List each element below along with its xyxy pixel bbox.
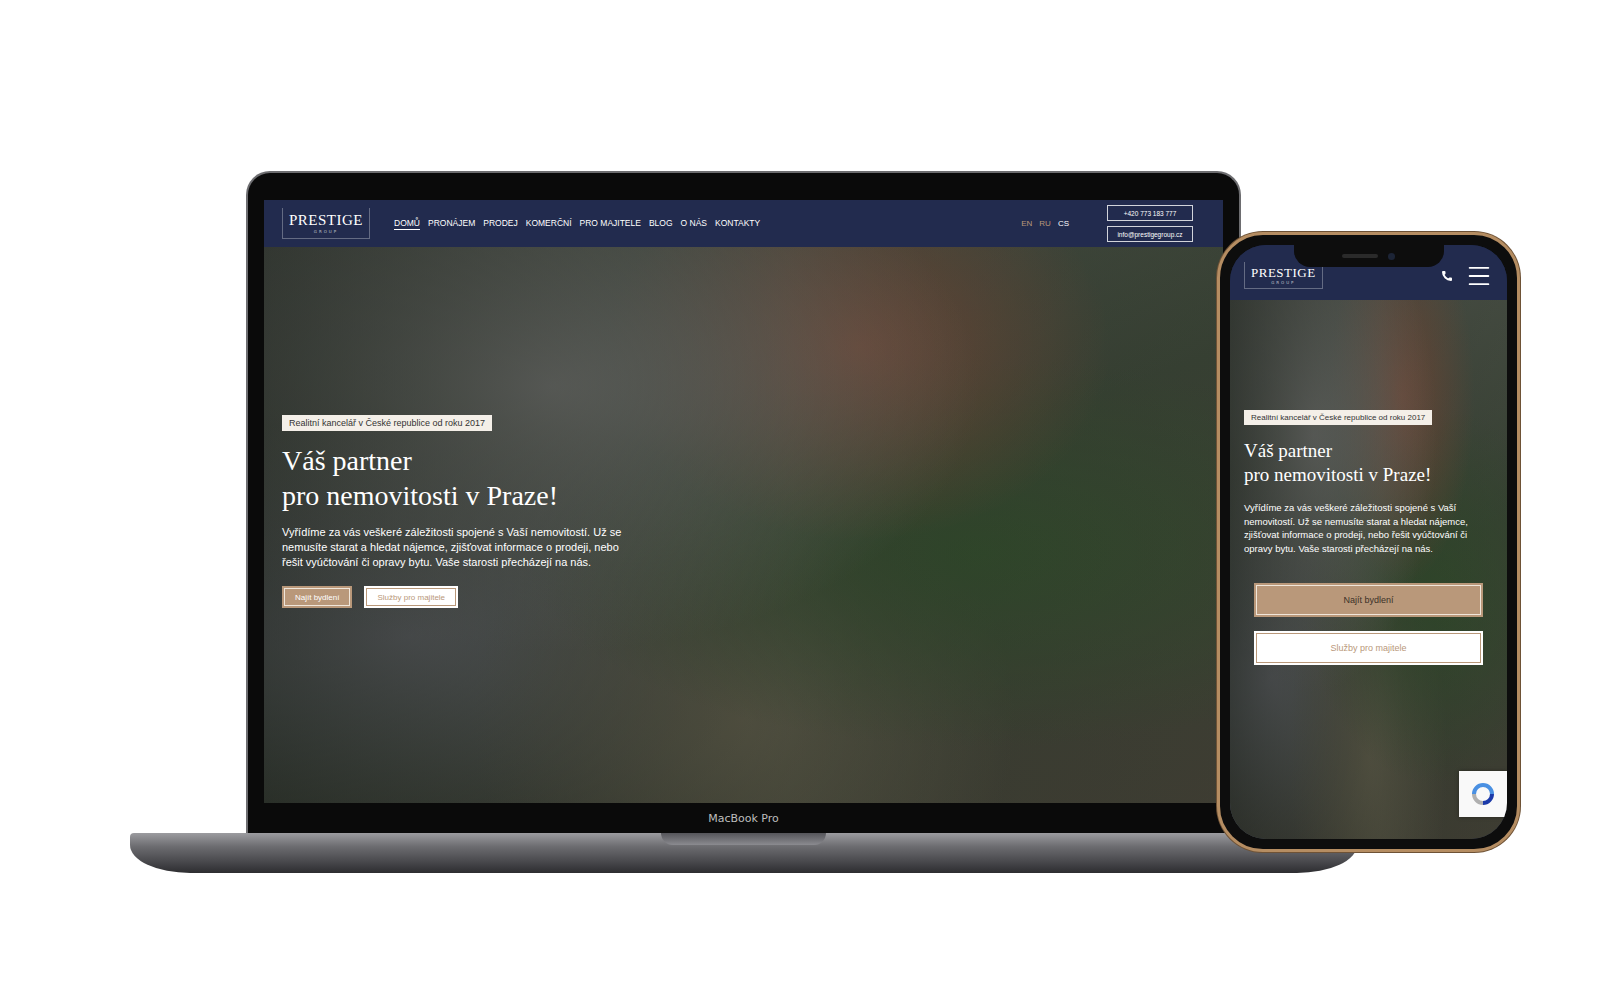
mockup-stage: PRESTIGEGROUPDOMŮPRONÁJEMPRODEJKOMERČNÍP… xyxy=(0,0,1600,1000)
menu-icon[interactable] xyxy=(1465,262,1493,290)
header-icons xyxy=(1441,262,1493,290)
laptop-base xyxy=(130,833,1357,873)
language-option[interactable]: CS xyxy=(1058,219,1069,228)
language-switch: EN RU CS xyxy=(1021,219,1069,228)
hero-badge: Realitní kancelář v České republice od r… xyxy=(1244,410,1432,425)
hero-badge: Realitní kancelář v České republice od r… xyxy=(282,415,492,431)
hero-title-line: Váš partner xyxy=(282,443,558,478)
nav-item[interactable]: KOMERČNÍ xyxy=(526,218,572,230)
main-nav: DOMŮ PRONÁJEM PRODEJ KOMERČNÍ PRO MAJITELE BL… xyxy=(394,218,760,230)
speaker xyxy=(1342,254,1378,258)
logo-name: PRESTIGE xyxy=(289,212,363,229)
contacts: +420 773 183 777 info@prestigegroup.cz xyxy=(1107,205,1193,242)
language-option[interactable]: RU xyxy=(1039,219,1051,228)
primary-button[interactable]: Najít bydlení xyxy=(282,586,352,608)
hero-title-line: pro nemovitosti v Praze! xyxy=(1244,463,1431,487)
nav-item[interactable]: PRO MAJITELE xyxy=(580,218,641,230)
email-link[interactable]: info@prestigegroup.cz xyxy=(1107,226,1193,242)
nav-item[interactable]: O NÁS xyxy=(681,218,707,230)
nav-item[interactable]: PRONÁJEM xyxy=(428,218,475,230)
hero-title-line: pro nemovitosti v Praze! xyxy=(282,478,558,513)
logo-sub: GROUP xyxy=(314,229,338,235)
phone-icon[interactable] xyxy=(1441,270,1453,282)
hero-title: Váš partnerpro nemovitosti v Praze! xyxy=(1244,439,1431,487)
hero-title-line: Váš partner xyxy=(1244,439,1431,463)
secondary-button[interactable]: Služby pro majitele xyxy=(1254,631,1483,665)
logo-name: PRESTIGE xyxy=(1251,266,1316,280)
recaptcha-badge[interactable] xyxy=(1459,771,1507,817)
hero: Realitní kancelář v České republice od r… xyxy=(264,247,1223,803)
hero-buttons: Najít bydlení Služby pro majitele xyxy=(282,586,458,608)
laptop-screen: PRESTIGEGROUP DOMŮ PRONÁJEM PRODEJ KOMERČNÍ P… xyxy=(264,200,1223,803)
secondary-button[interactable]: Služby pro majitele xyxy=(364,586,458,608)
hero-buttons: Najít bydlení Služby pro majitele xyxy=(1244,583,1493,665)
site-header: PRESTIGEGROUP DOMŮ PRONÁJEM PRODEJ KOMERČNÍ P… xyxy=(264,200,1223,247)
hero: Realitní kancelář v České republice od r… xyxy=(1230,300,1507,839)
phone-notch xyxy=(1294,245,1444,267)
language-option[interactable]: EN xyxy=(1021,219,1032,228)
logo-sub: GROUP xyxy=(1271,280,1295,286)
hero-text: Vyřídíme za vás veškeré záležitosti spoj… xyxy=(282,525,637,570)
hero-text: Vyřídíme za vás veškeré záležitosti spoj… xyxy=(1244,501,1489,555)
phone-screen: PRESTIGEGROUP Realitní kancelář v České r… xyxy=(1230,245,1507,839)
hero-title: Váš partnerpro nemovitosti v Praze! xyxy=(282,443,558,513)
phone-link[interactable]: +420 773 183 777 xyxy=(1107,205,1193,221)
phone: PRESTIGEGROUP Realitní kancelář v České r… xyxy=(1217,232,1520,852)
nav-item[interactable]: KONTAKTY xyxy=(715,218,760,230)
laptop-notch xyxy=(661,833,826,845)
recaptcha-icon xyxy=(1469,780,1497,808)
laptop-label: MacBook Pro xyxy=(708,803,779,833)
nav-item[interactable]: PRODEJ xyxy=(483,218,517,230)
nav-item[interactable]: BLOG xyxy=(649,218,673,230)
primary-button[interactable]: Najít bydlení xyxy=(1254,583,1483,617)
laptop: PRESTIGEGROUPDOMŮPRONÁJEMPRODEJKOMERČNÍP… xyxy=(130,171,1357,873)
logo[interactable]: PRESTIGEGROUP xyxy=(282,208,370,238)
nav-item[interactable]: DOMŮ xyxy=(394,218,420,230)
camera xyxy=(1388,253,1395,260)
laptop-lid: PRESTIGEGROUP DOMŮ PRONÁJEM PRODEJ KOMERČNÍ P… xyxy=(246,171,1241,833)
